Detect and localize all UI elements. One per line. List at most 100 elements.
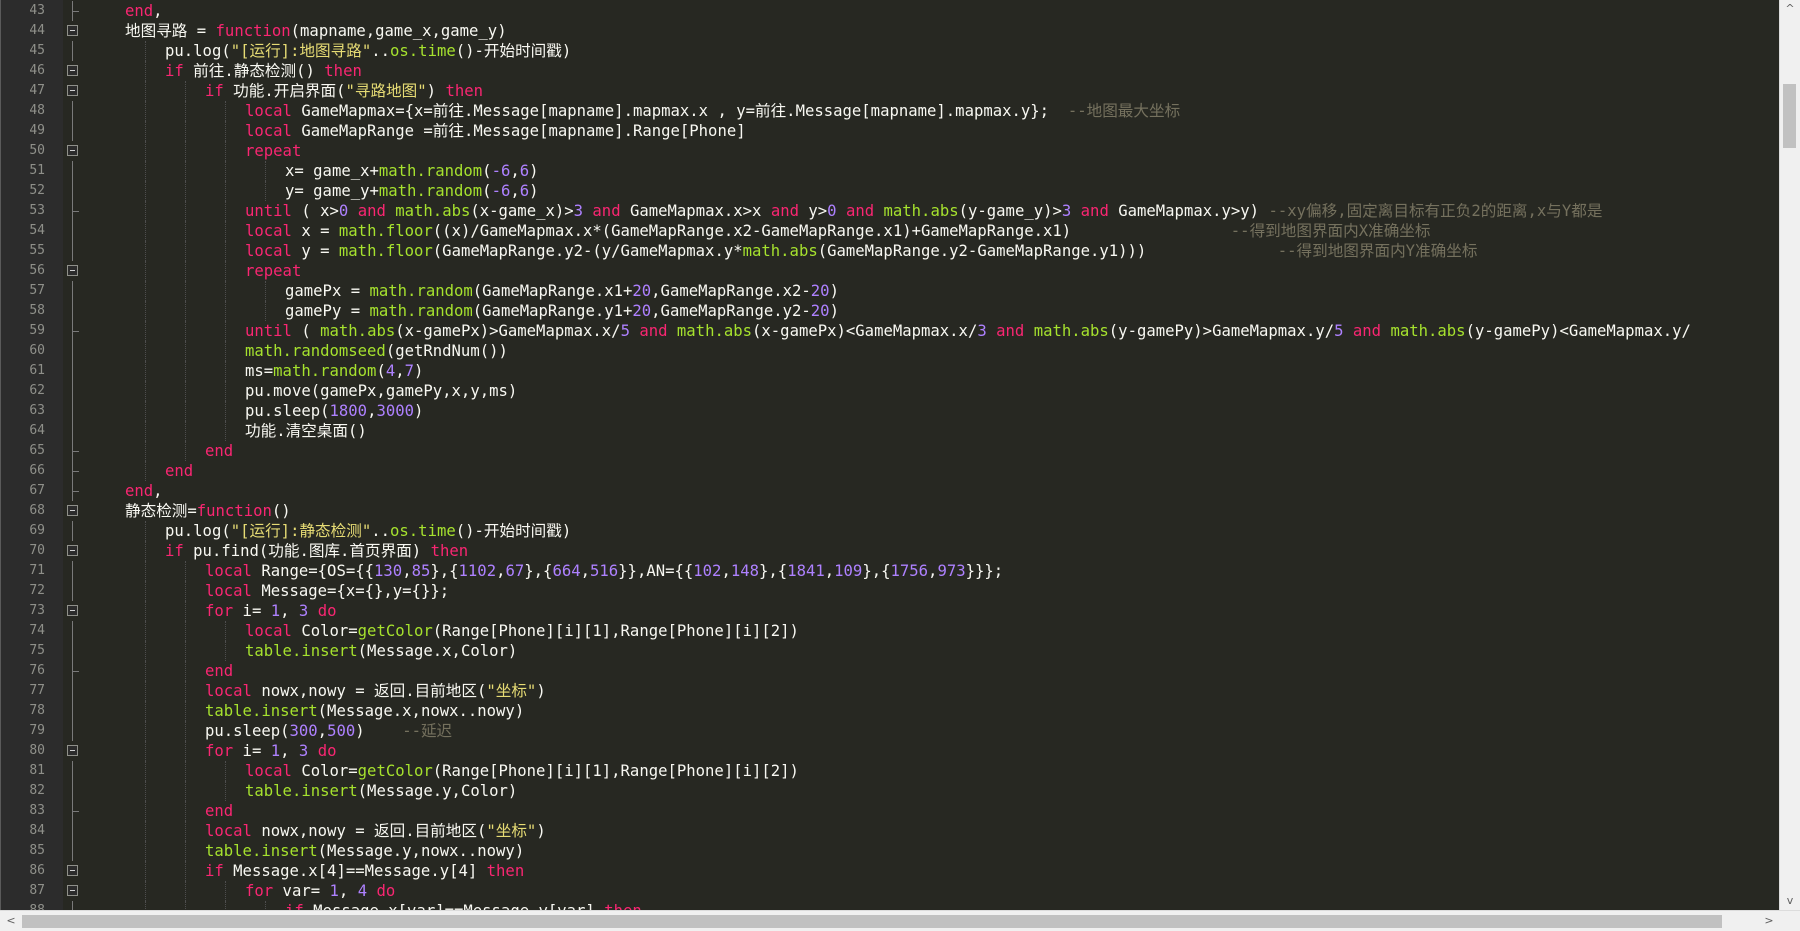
code-line[interactable]: 44 地图寻路 = function(mapname,game_x,game_y) xyxy=(1,21,1781,41)
code-line[interactable]: 80 for i= 1, 3 do xyxy=(1,741,1781,761)
line-number: 60 xyxy=(29,343,45,358)
vertical-scroll-thumb[interactable] xyxy=(1783,84,1796,148)
code-line[interactable]: 76 end xyxy=(1,661,1781,681)
code-token: ,GameMapRange.x2- xyxy=(651,282,811,300)
indent-guide xyxy=(145,761,147,781)
code-line[interactable]: 83 end xyxy=(1,801,1781,821)
code-line[interactable]: 50 repeat xyxy=(1,141,1781,161)
code-line[interactable]: 68 静态检测=function() xyxy=(1,501,1781,521)
code-line[interactable]: 72 local Message={x={},y={}}; xyxy=(1,581,1781,601)
code-token: --xy偏移,固定离目标有正负2的距离,x与Y都是 xyxy=(1268,202,1603,220)
code-token: ) xyxy=(414,402,424,420)
code-line[interactable]: 53 until ( x>0 and math.abs(x-game_x)>3 a… xyxy=(1,201,1781,221)
code-line[interactable]: 48 local GameMapmax={x=前往.Message[mapname… xyxy=(1,101,1781,121)
code-line[interactable]: 74 local Color=getColor(Range[Phone][i][1… xyxy=(1,621,1781,641)
code-line[interactable]: 87 for var= 1, 4 do xyxy=(1,881,1781,901)
code-line[interactable]: 67 end, xyxy=(1,481,1781,501)
code-line[interactable]: 56 repeat xyxy=(1,261,1781,281)
code-token: nowx,nowy = 返回.目前地区( xyxy=(251,682,487,700)
code-line[interactable]: 60 math.randomseed(getRndNum()) xyxy=(1,341,1781,361)
code-line[interactable]: 77 local nowx,nowy = 返回.目前地区("坐标") xyxy=(1,681,1781,701)
fold-toggle-icon[interactable] xyxy=(67,145,78,156)
code-line[interactable]: 75 table.insert(Message.x,Color) xyxy=(1,641,1781,661)
code-line[interactable]: 59 until ( math.abs(x-gamePx)>GameMapmax.… xyxy=(1,321,1781,341)
code-line[interactable]: 46 if 前往.静态检测() then xyxy=(1,61,1781,81)
indent-guide xyxy=(265,181,267,201)
code-line[interactable]: 62 pu.move(gamePx,gamePy,x,y,ms) xyxy=(1,381,1781,401)
up-arrow-icon[interactable]: ^ xyxy=(1783,3,1797,15)
indent-guide xyxy=(225,321,227,341)
code-line[interactable]: 82 table.insert(Message.y,Color) xyxy=(1,781,1781,801)
down-arrow-icon[interactable]: v xyxy=(1783,895,1797,907)
code-line[interactable]: 69 pu.log("[运行]:静态检测"..os.time()-开始时间戳) xyxy=(1,521,1781,541)
code-line[interactable]: 66 end xyxy=(1,461,1781,481)
code-line[interactable]: 51 x= game_x+math.random(-6,6) xyxy=(1,161,1781,181)
code-line[interactable]: 84 local nowx,nowy = 返回.目前地区("坐标") xyxy=(1,821,1781,841)
code-token: ( xyxy=(482,162,492,180)
fold-toggle-icon[interactable] xyxy=(67,745,78,756)
line-number: 54 xyxy=(29,223,45,238)
code-line[interactable]: 81 local Color=getColor(Range[Phone][i][1… xyxy=(1,761,1781,781)
code-line[interactable]: 63 pu.sleep(1800,3000) xyxy=(1,401,1781,421)
code-line[interactable]: 85 table.insert(Message.y,nowx..nowy) xyxy=(1,841,1781,861)
fold-toggle-icon[interactable] xyxy=(67,505,78,516)
indent-guide xyxy=(145,61,147,81)
horizontal-scroll-thumb[interactable] xyxy=(22,915,1722,928)
code-token: 6 xyxy=(519,162,530,180)
code-token: , xyxy=(721,562,731,580)
indent-guide xyxy=(185,181,187,201)
right-arrow-icon[interactable]: > xyxy=(1762,915,1776,927)
code-line[interactable]: 65 end xyxy=(1,441,1781,461)
code-token: () xyxy=(271,502,291,520)
code-line[interactable]: 79 pu.sleep(300,500) --延迟 xyxy=(1,721,1781,741)
fold-toggle-icon[interactable] xyxy=(67,85,78,96)
code-token: ) xyxy=(829,302,839,320)
code-token: (GameMapRange.x1+ xyxy=(472,282,633,300)
code-token: },{ xyxy=(430,562,459,580)
fold-toggle-icon[interactable] xyxy=(67,605,78,616)
code-token: ) xyxy=(536,682,546,700)
code-line[interactable]: 58 gamePy = math.random(GameMapRange.y1+2… xyxy=(1,301,1781,321)
horizontal-scrollbar[interactable]: < > xyxy=(0,910,1800,931)
indent-guide xyxy=(145,821,147,841)
code-line[interactable]: 71 local Range={OS={{130,85},{1102,67},{6… xyxy=(1,561,1781,581)
indent-guide xyxy=(185,421,187,441)
fold-end-marker xyxy=(72,331,79,332)
fold-toggle-icon[interactable] xyxy=(67,885,78,896)
code-line[interactable]: 70 if pu.find(功能.图库.首页界面) then xyxy=(1,541,1781,561)
fold-toggle-icon[interactable] xyxy=(67,65,78,76)
fold-line xyxy=(72,561,73,581)
line-number: 70 xyxy=(29,543,45,558)
fold-toggle-icon[interactable] xyxy=(67,265,78,276)
code-token: end xyxy=(165,462,194,480)
line-number: 79 xyxy=(29,723,45,738)
code-line[interactable]: 43 end, xyxy=(1,1,1781,21)
code-editor[interactable]: 43 end, 44 地图寻路 = function(mapname,game_x,g… xyxy=(0,0,1781,911)
code-line[interactable]: 57 gamePx = math.random(GameMapRange.x1+2… xyxy=(1,281,1781,301)
code-token: , xyxy=(510,162,520,180)
indent-guide xyxy=(225,401,227,421)
code-token: ()-开始时间戳) xyxy=(455,42,572,60)
code-line[interactable]: 64 功能.清空桌面() xyxy=(1,421,1781,441)
code-line[interactable]: 86 if Message.x[4]==Message.y[4] then xyxy=(1,861,1781,881)
code-line[interactable]: 73 for i= 1, 3 do xyxy=(1,601,1781,621)
fold-toggle-icon[interactable] xyxy=(67,25,78,36)
code-text: local GameMapmax={x=前往.Message[mapname].… xyxy=(245,101,1180,121)
fold-toggle-icon[interactable] xyxy=(67,545,78,556)
code-line[interactable]: 78 table.insert(Message.x,nowx..nowy) xyxy=(1,701,1781,721)
code-line[interactable]: 47 if 功能.开启界面("寻路地图") then xyxy=(1,81,1781,101)
vertical-scrollbar[interactable]: ^ v xyxy=(1779,0,1800,911)
code-line[interactable]: 54 local x = math.floor((x)/GameMapmax.x*… xyxy=(1,221,1781,241)
code-line[interactable]: 61 ms=math.random(4,7) xyxy=(1,361,1781,381)
indent-guide xyxy=(225,181,227,201)
indent-guide xyxy=(145,541,147,561)
code-line[interactable]: 49 local GameMapRange =前往.Message[mapname… xyxy=(1,121,1781,141)
left-arrow-icon[interactable]: < xyxy=(4,915,18,927)
code-line[interactable]: 45 pu.log("[运行]:地图寻路"..os.time()-开始时间戳) xyxy=(1,41,1781,61)
fold-toggle-icon[interactable] xyxy=(67,865,78,876)
code-line[interactable]: 52 y= game_y+math.random(-6,6) xyxy=(1,181,1781,201)
fold-end-marker xyxy=(72,471,79,472)
code-line[interactable]: 55 local y = math.floor(GameMapRange.y2-(… xyxy=(1,241,1781,261)
